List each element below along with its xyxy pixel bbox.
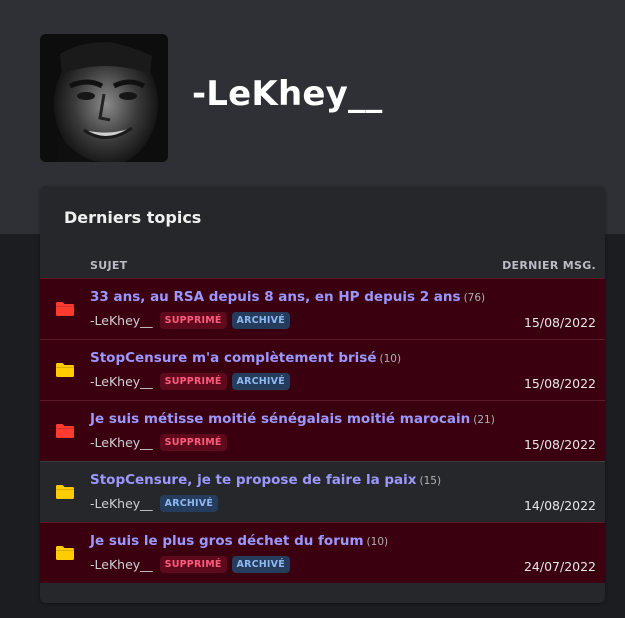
topic-meta: -LeKhey__ ARCHIVÉ xyxy=(90,493,219,513)
topic-title-link[interactable]: StopCensure, je te propose de faire la p… xyxy=(90,472,441,488)
status-badge-archived: ARCHIVÉ xyxy=(231,555,290,573)
topic-title-text: StopCensure, je te propose de faire la p… xyxy=(90,472,417,488)
status-badge-archived: ARCHIVÉ xyxy=(231,372,290,390)
topics-list: 33 ans, au RSA depuis 8 ans, en HP depui… xyxy=(40,278,605,583)
topic-meta: -LeKhey__ SUPPRIMÉ xyxy=(90,432,227,452)
topic-row[interactable]: StopCensure, je te propose de faire la p… xyxy=(40,461,605,522)
column-header-subject: SUJET xyxy=(90,259,128,272)
folder-icon xyxy=(55,484,75,500)
topic-row[interactable]: Je suis le plus gros déchet du forum (10)… xyxy=(40,522,605,583)
folder-icon xyxy=(55,301,75,317)
topic-title-link[interactable]: Je suis métisse moitié sénégalais moitié… xyxy=(90,411,495,427)
topic-title-link[interactable]: StopCensure m'a complètement brisé (10) xyxy=(90,350,401,366)
topic-title-text: Je suis le plus gros déchet du forum xyxy=(90,533,364,549)
topic-row[interactable]: Je suis métisse moitié sénégalais moitié… xyxy=(40,400,605,461)
topic-title-text: 33 ans, au RSA depuis 8 ans, en HP depui… xyxy=(90,289,461,305)
status-badge-archived: ARCHIVÉ xyxy=(231,311,290,329)
avatar[interactable] xyxy=(40,34,168,162)
profile-username: -LeKhey__ xyxy=(192,74,383,114)
topic-author[interactable]: -LeKhey__ xyxy=(90,313,153,328)
status-badge-deleted: SUPPRIMÉ xyxy=(159,433,227,451)
topic-title-link[interactable]: 33 ans, au RSA depuis 8 ans, en HP depui… xyxy=(90,289,485,305)
folder-icon xyxy=(55,362,75,378)
card-title: Derniers topics xyxy=(64,208,202,227)
folder-icon xyxy=(55,545,75,561)
topic-reply-count: (10) xyxy=(366,536,389,548)
profile-photo xyxy=(40,34,168,162)
status-badge-archived: ARCHIVÉ xyxy=(159,494,219,512)
last-message-date: 15/08/2022 xyxy=(523,376,596,391)
column-header-last-message: DERNIER MSG. xyxy=(502,259,596,272)
status-badge-deleted: SUPPRIMÉ xyxy=(159,372,227,390)
status-badge-deleted: SUPPRIMÉ xyxy=(159,311,227,329)
topic-row[interactable]: 33 ans, au RSA depuis 8 ans, en HP depui… xyxy=(40,278,605,339)
topic-meta: -LeKhey__ SUPPRIMÉ ARCHIVÉ xyxy=(90,371,290,391)
table-header: SUJET DERNIER MSG. xyxy=(40,254,605,278)
topic-title-text: StopCensure m'a complètement brisé xyxy=(90,350,377,366)
last-message-date: 14/08/2022 xyxy=(523,498,596,513)
topic-reply-count: (15) xyxy=(419,475,442,487)
last-message-date: 15/08/2022 xyxy=(523,315,596,330)
topic-row[interactable]: StopCensure m'a complètement brisé (10) -L… xyxy=(40,339,605,400)
topic-author[interactable]: -LeKhey__ xyxy=(90,435,153,450)
last-message-date: 15/08/2022 xyxy=(523,437,596,452)
status-badge-deleted: SUPPRIMÉ xyxy=(159,555,227,573)
folder-icon xyxy=(55,423,75,439)
last-message-date: 24/07/2022 xyxy=(523,559,596,574)
topic-meta: -LeKhey__ SUPPRIMÉ ARCHIVÉ xyxy=(90,554,290,574)
topic-reply-count: (21) xyxy=(473,414,495,426)
topic-author[interactable]: -LeKhey__ xyxy=(90,557,153,572)
topic-meta: -LeKhey__ SUPPRIMÉ ARCHIVÉ xyxy=(90,310,290,330)
topic-reply-count: (76) xyxy=(463,292,486,304)
topic-title-text: Je suis métisse moitié sénégalais moitié… xyxy=(90,411,471,427)
topic-title-link[interactable]: Je suis le plus gros déchet du forum (10) xyxy=(90,533,388,549)
topic-reply-count: (10) xyxy=(379,353,402,365)
topic-author[interactable]: -LeKhey__ xyxy=(90,374,153,389)
topic-author[interactable]: -LeKhey__ xyxy=(90,496,153,511)
latest-topics-card: Derniers topics SUJET DERNIER MSG. 33 an… xyxy=(40,186,605,603)
